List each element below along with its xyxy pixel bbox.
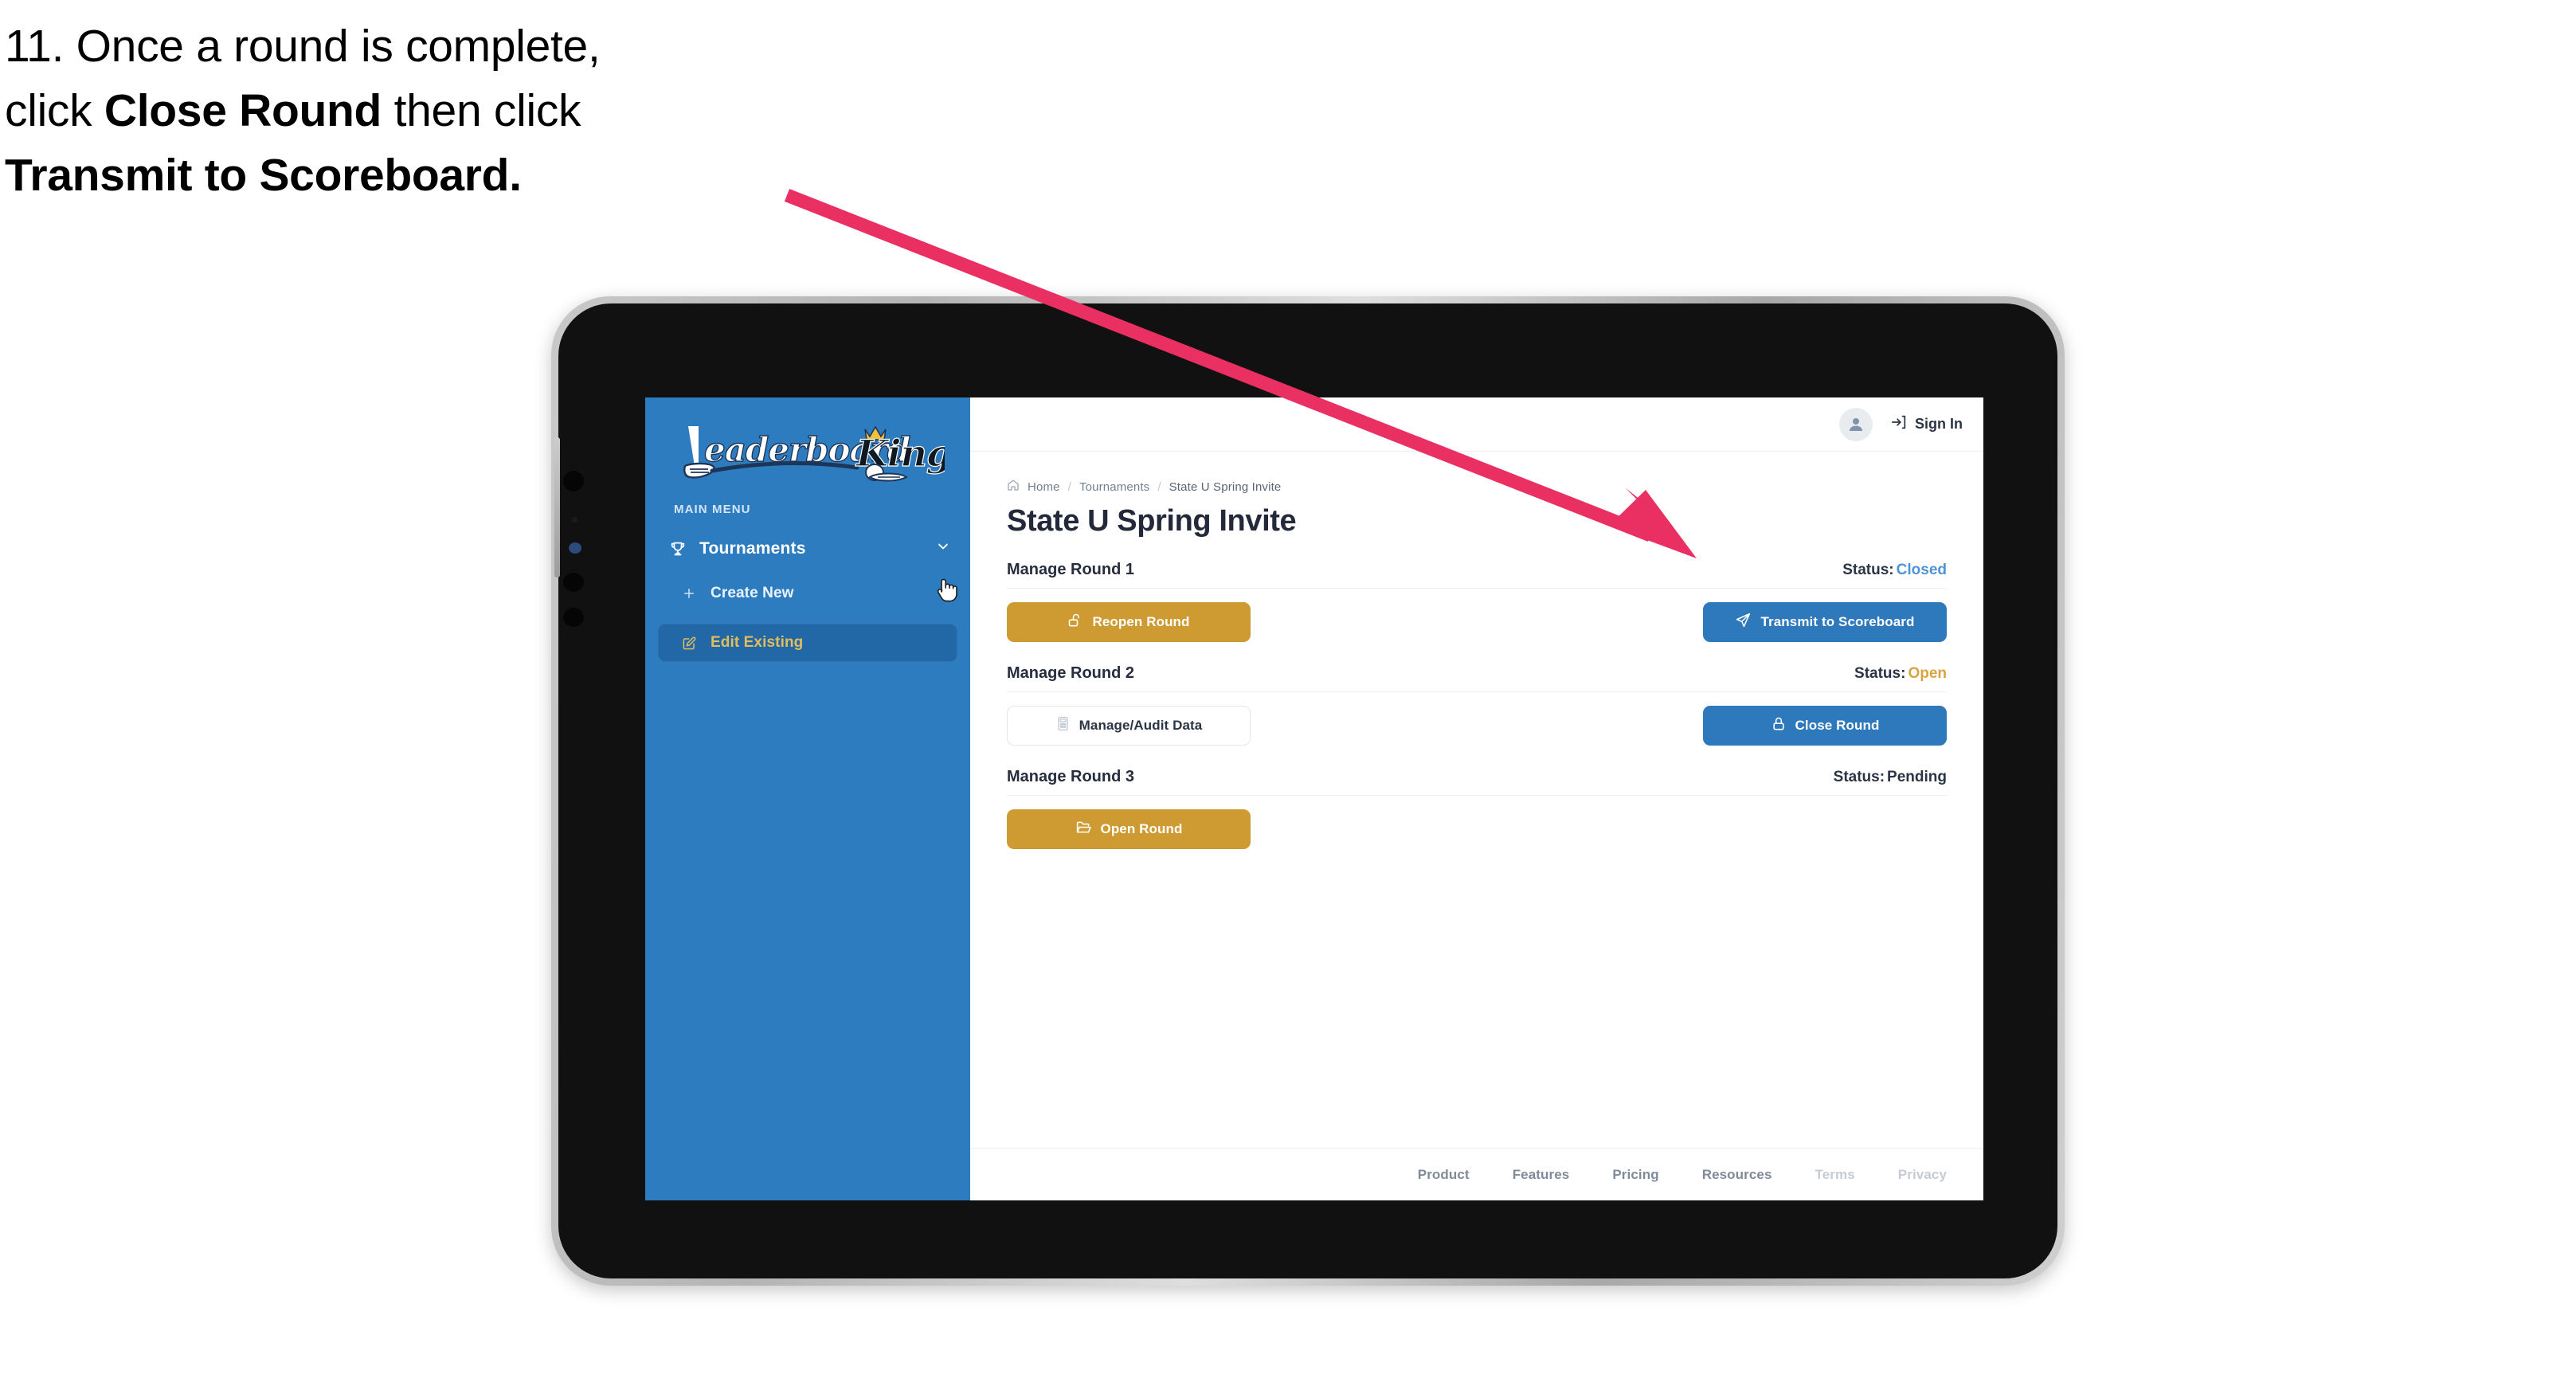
- transmit-to-scoreboard-button[interactable]: Transmit to Scoreboard: [1703, 602, 1947, 642]
- reopen-round-button[interactable]: Reopen Round: [1007, 602, 1251, 642]
- sign-in-arrow-icon: [1890, 413, 1908, 435]
- close-round-button[interactable]: Close Round: [1703, 706, 1947, 746]
- round-1-status-label: Status:: [1842, 562, 1894, 578]
- round-3-header: Manage Round 3 Status: Pending: [1007, 768, 1947, 796]
- round-block-2: Manage Round 2 Status: Open Manage/Audit…: [1007, 664, 1947, 746]
- footer-link-pricing[interactable]: Pricing: [1612, 1167, 1658, 1183]
- breadcrumb: Home / Tournaments / State U Spring Invi…: [1007, 479, 1947, 495]
- footer-link-terms[interactable]: Terms: [1815, 1167, 1855, 1183]
- caption-line-1: 11. Once a round is complete,: [5, 14, 857, 79]
- close-round-label: Close Round: [1795, 718, 1880, 733]
- footer-link-privacy[interactable]: Privacy: [1898, 1167, 1947, 1183]
- breadcrumb-item-tournaments[interactable]: Tournaments: [1079, 480, 1149, 494]
- footer-link-product[interactable]: Product: [1418, 1167, 1470, 1183]
- round-3-actions: Open Round: [1007, 809, 1947, 849]
- round-3-status: Status: Pending: [1834, 769, 1947, 786]
- round-3-status-label: Status:: [1833, 769, 1885, 785]
- breadcrumb-item-current: State U Spring Invite: [1169, 480, 1282, 494]
- sign-in-label: Sign In: [1915, 416, 1963, 432]
- round-2-header: Manage Round 2 Status: Open: [1007, 664, 1947, 692]
- round-1-status: Status: Closed: [1842, 562, 1947, 579]
- breadcrumb-item-home[interactable]: Home: [1028, 480, 1060, 494]
- round-2-status: Status: Open: [1854, 665, 1947, 683]
- pointing-hand-cursor: [934, 576, 957, 603]
- round-block-3: Manage Round 3 Status: Pending Open Roun…: [1007, 768, 1947, 849]
- sidebar-section-label: MAIN MENU: [674, 503, 751, 516]
- home-icon[interactable]: [1007, 479, 1020, 495]
- footer: Product Features Pricing Resources Terms…: [970, 1148, 1983, 1200]
- round-2-status-label: Status:: [1854, 665, 1906, 682]
- breadcrumb-separator: /: [1157, 480, 1161, 494]
- folder-open-icon: [1075, 819, 1092, 840]
- tablet-screen: eaderboard King MAIN MENU Tournaments Cr…: [645, 397, 1983, 1200]
- trophy-icon: [669, 540, 693, 558]
- sidebar-item-edit-existing[interactable]: Edit Existing: [658, 624, 957, 662]
- manage-audit-data-label: Manage/Audit Data: [1079, 718, 1203, 733]
- chevron-down-icon[interactable]: [935, 538, 951, 558]
- main-content: Sign In Home / Tournaments / State U Spr…: [970, 397, 1983, 1200]
- footer-link-features[interactable]: Features: [1513, 1167, 1570, 1183]
- caption-line-2-pre: click: [5, 84, 104, 136]
- caption-transmit-emphasis: Transmit to Scoreboard.: [5, 149, 522, 201]
- page-title: State U Spring Invite: [1007, 504, 1297, 538]
- tablet-speaker-dot-mid: [563, 573, 584, 592]
- status-badge-closed: Closed: [1896, 562, 1947, 578]
- open-round-label: Open Round: [1100, 821, 1183, 836]
- tablet-device: eaderboard King MAIN MENU Tournaments Cr…: [551, 296, 2065, 1286]
- calculator-icon: [1055, 716, 1071, 735]
- send-plane-icon: [1735, 612, 1752, 632]
- reopen-round-label: Reopen Round: [1092, 614, 1190, 629]
- top-bar: Sign In: [970, 397, 1983, 452]
- tablet-camera-lens: [569, 542, 581, 554]
- caption-line-3: Transmit to Scoreboard.: [5, 143, 857, 208]
- manage-audit-data-button[interactable]: Manage/Audit Data: [1007, 706, 1251, 746]
- sign-in-button[interactable]: Sign In: [1890, 413, 1963, 435]
- page-content: Home / Tournaments / State U Spring Invi…: [970, 452, 1983, 1148]
- round-1-actions: Reopen Round Transmit to Scoreboard: [1007, 602, 1947, 642]
- sidebar-item-create-new-label: Create New: [711, 585, 794, 601]
- open-round-button[interactable]: Open Round: [1007, 809, 1251, 849]
- tablet-speaker-dot-bottom: [563, 608, 584, 627]
- round-3-title: Manage Round 3: [1007, 768, 1135, 785]
- caption-line-2: click Close Round then click: [5, 79, 857, 143]
- round-2-actions: Manage/Audit Data Close Round: [1007, 706, 1947, 746]
- sidebar-item-create-new[interactable]: Create New: [658, 574, 957, 613]
- lock-icon: [1771, 716, 1787, 736]
- round-2-title: Manage Round 2: [1007, 664, 1135, 682]
- sidebar-item-tournaments[interactable]: Tournaments: [669, 534, 951, 563]
- status-badge-open: Open: [1908, 665, 1947, 682]
- edit-square-icon: [682, 636, 706, 651]
- caption-line-1-text: 11. Once a round is complete,: [5, 21, 601, 72]
- leaderboard-king-logo-icon: eaderboard King: [683, 425, 945, 482]
- caption-line-2-post: then click: [382, 84, 581, 136]
- tablet-volume-button[interactable]: [554, 437, 560, 578]
- status-badge-pending: Pending: [1887, 769, 1947, 785]
- round-1-header: Manage Round 1 Status: Closed: [1007, 561, 1947, 589]
- app-logo[interactable]: eaderboard King: [645, 397, 970, 496]
- tablet-speaker-dot-top: [563, 471, 584, 491]
- sidebar-item-tournaments-label: Tournaments: [699, 538, 806, 558]
- plus-icon: [682, 586, 706, 601]
- breadcrumb-separator: /: [1067, 480, 1071, 494]
- instruction-caption: 11. Once a round is complete, click Clos…: [5, 14, 857, 208]
- unlock-icon: [1067, 613, 1083, 632]
- round-1-title: Manage Round 1: [1007, 561, 1135, 578]
- sidebar-item-edit-existing-label: Edit Existing: [711, 634, 804, 651]
- tablet-sensor-dot: [572, 517, 577, 523]
- tablet-body: eaderboard King MAIN MENU Tournaments Cr…: [554, 303, 2057, 1278]
- caption-close-round-emphasis: Close Round: [104, 84, 382, 136]
- footer-link-resources[interactable]: Resources: [1702, 1167, 1772, 1183]
- transmit-to-scoreboard-label: Transmit to Scoreboard: [1760, 614, 1915, 629]
- sidebar: eaderboard King MAIN MENU Tournaments Cr…: [645, 397, 970, 1200]
- round-block-1: Manage Round 1 Status: Closed Reopen Rou…: [1007, 561, 1947, 642]
- user-avatar-icon[interactable]: [1839, 407, 1873, 441]
